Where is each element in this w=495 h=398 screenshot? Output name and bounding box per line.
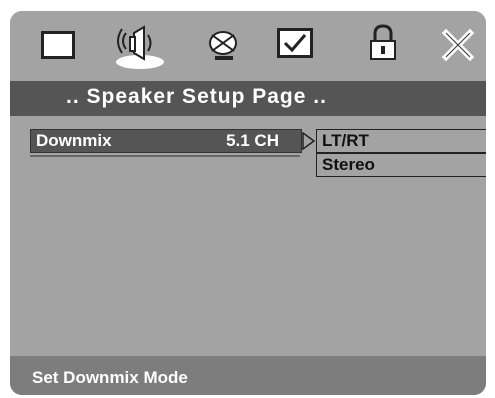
submenu-arrow-icon (302, 131, 316, 155)
settings-panel: Downmix 5.1 CH LT/RT Stereo (10, 116, 486, 356)
downmix-menu-item[interactable]: Downmix 5.1 CH (30, 129, 302, 153)
osd-window: .. Speaker Setup Page .. Downmix 5.1 CH … (10, 11, 486, 395)
close-icon[interactable] (440, 23, 476, 69)
status-text: Set Downmix Mode (32, 368, 188, 387)
disc-icon[interactable] (203, 23, 243, 69)
menu-item-label: Downmix (36, 131, 112, 150)
divider (30, 155, 300, 157)
menu-item-value: 5.1 CH (226, 131, 279, 150)
speaker-icon[interactable] (110, 19, 170, 69)
option-stereo[interactable]: Stereo (316, 153, 486, 177)
status-bar: Set Downmix Mode (10, 356, 486, 395)
option-label: LT/RT (322, 131, 369, 150)
page-title: .. Speaker Setup Page .. (66, 85, 327, 108)
lock-icon[interactable] (365, 23, 401, 69)
icon-toolbar (10, 11, 486, 81)
title-bar: .. Speaker Setup Page .. (10, 81, 486, 116)
checklist-icon[interactable] (274, 23, 316, 69)
option-label: Stereo (322, 155, 375, 174)
option-lt-rt[interactable]: LT/RT (316, 129, 486, 153)
tv-screen-icon[interactable] (38, 23, 78, 69)
